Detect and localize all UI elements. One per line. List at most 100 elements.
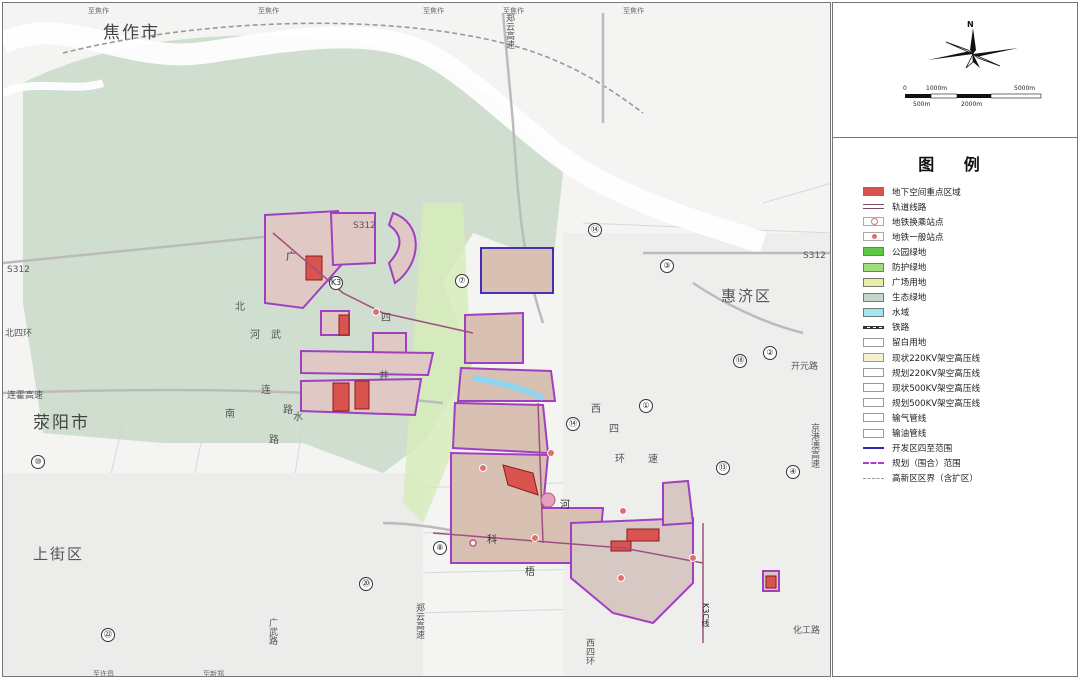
legend-label: 水域	[892, 308, 910, 319]
route-number-badge: K3	[329, 276, 343, 290]
map-canvas[interactable]	[3, 3, 831, 677]
legend-swatch-icon	[863, 204, 884, 210]
legend-item: 输气管线	[863, 410, 980, 425]
legend-label: 规划220KV架空高压线	[892, 368, 981, 379]
legend-label: 开发区四至范围	[892, 444, 953, 455]
legend-item: 高新区区界（含扩区）	[863, 471, 980, 486]
route-number-badge: ⑱	[733, 354, 747, 368]
key-area-4	[354, 380, 370, 410]
north-arrow-icon	[928, 28, 1018, 69]
legend-label: 轨道线路	[892, 202, 927, 213]
road-word: 路	[283, 405, 293, 416]
map-panel[interactable]: 焦作市 荥阳市 上街区 惠济区 至焦作 至焦作 至焦作 至焦作 至焦作 至许昌 …	[2, 2, 831, 677]
legend-swatch-icon	[863, 447, 884, 450]
road-word: 环	[615, 454, 625, 465]
road-word: 四	[609, 424, 619, 435]
legend-label: 铁路	[892, 323, 910, 334]
city-label-jiaozuo: 焦作市	[103, 23, 160, 43]
urban-area-east	[563, 233, 830, 676]
route-number-badge: ④	[786, 465, 800, 479]
legend-swatch-icon	[863, 477, 884, 479]
legend-label: 现状500KV架空高压线	[892, 383, 981, 394]
legend-swatch-icon	[863, 217, 884, 227]
route-number-badge: ⑦	[455, 274, 469, 288]
legend-swatch-icon	[863, 325, 884, 329]
legend-swatch-icon	[863, 232, 884, 242]
transfer-station	[469, 539, 477, 547]
legend-swatch-icon	[863, 383, 884, 393]
road-word: 四	[381, 313, 391, 324]
road-label-jingguang: 京港澳高速	[809, 423, 819, 468]
road-word: 科	[487, 535, 497, 546]
metro-station	[689, 554, 697, 562]
key-area-2	[338, 314, 350, 336]
legend-swatch-icon	[863, 462, 884, 465]
legend-title: 图 例	[918, 155, 992, 174]
metro-station	[531, 534, 539, 542]
parcel-strip-mid	[300, 349, 435, 377]
route-number-badge: ③	[660, 259, 674, 273]
metro-station	[372, 308, 380, 316]
legend-swatch-icon	[863, 428, 884, 438]
road-word: 广	[286, 252, 296, 263]
legend-item: 轨道线路	[863, 199, 980, 214]
legend-item: 规划500KV架空高压线	[863, 395, 980, 410]
key-area-8	[765, 575, 777, 589]
legend-swatch-icon	[863, 307, 884, 317]
legend-label: 公园绿地	[892, 247, 927, 258]
road-label-s312: S312	[353, 221, 376, 231]
legend-swatch-icon	[863, 398, 884, 408]
road-label-s312: S312	[803, 251, 826, 261]
legend-label: 地铁一般站点	[892, 232, 944, 243]
parcel-mid-1	[464, 311, 524, 364]
scale-label: 5000m	[1014, 85, 1036, 92]
road-word: 南	[225, 409, 235, 420]
scale-label: 1000m	[926, 85, 948, 92]
legend-label: 现状220KV架空高压线	[892, 353, 981, 364]
legend-label: 输气管线	[892, 413, 927, 424]
district-label-huiji: 惠济区	[721, 287, 773, 305]
scale-label: 0	[903, 85, 907, 92]
route-number-badge: ②	[763, 346, 777, 360]
legend-label: 规划500KV架空高压线	[892, 398, 981, 409]
legend-swatch-icon	[863, 247, 884, 257]
top-label: 至焦作	[623, 7, 644, 15]
road-word: 水	[293, 412, 303, 423]
legend-swatch-icon	[863, 368, 884, 378]
road-word: 速	[648, 454, 658, 465]
parcel-mid-3	[451, 401, 550, 455]
road-label-xisihuan: 西四环	[584, 638, 594, 665]
legend-label: 高新区区界（含扩区）	[892, 474, 978, 485]
legend-swatch-icon	[863, 262, 884, 272]
road-label-huagong: 化工路	[793, 626, 821, 636]
legend-item: 现状500KV架空高压线	[863, 380, 980, 395]
road-label-beisihuan: 北四环	[5, 329, 33, 339]
metro-station	[547, 449, 555, 457]
route-number-badge: ⑧	[433, 541, 447, 555]
legend-label: 留白用地	[892, 338, 927, 349]
road-word: 河	[250, 330, 260, 341]
urban-area-south-west	[3, 473, 423, 676]
metro-station	[619, 507, 627, 515]
legend-item: 规划（围合）范围	[863, 456, 980, 471]
road-word: 武	[271, 330, 281, 341]
key-area-3	[332, 382, 350, 412]
parcel-north-mid	[480, 247, 554, 294]
transfer-station	[540, 492, 556, 508]
top-label: 至焦作	[258, 7, 279, 15]
compass-scale-box: N 0 1000m 5000m 500m 2000m	[833, 3, 1077, 138]
legend-item: 地铁一般站点	[863, 229, 980, 244]
legend-item: 输油管线	[863, 426, 980, 441]
road-label-lianhuo: 连霍高速	[7, 391, 44, 401]
legend-item: 地下空间重点区域	[863, 184, 980, 199]
scale-label: 500m	[913, 101, 931, 108]
legend-item: 铁路	[863, 320, 980, 335]
top-label: 至焦作	[88, 7, 109, 15]
legend-item: 现状220KV架空高压线	[863, 350, 980, 365]
road-word: 西	[591, 404, 601, 415]
route-number-badge: ㉒	[101, 628, 115, 642]
legend-item: 规划220KV架空高压线	[863, 365, 980, 380]
legend-list: 地下空间重点区域 轨道线路 地铁换乘站点 地铁一般站点 公园绿地 防护绿地 广场用地 生态绿地…	[863, 184, 980, 486]
legend-item: 防护绿地	[863, 259, 980, 274]
legend-label: 地铁换乘站点	[892, 217, 944, 228]
